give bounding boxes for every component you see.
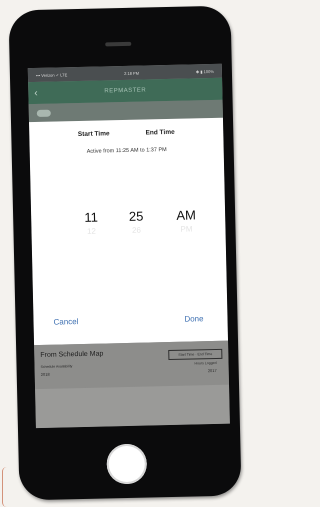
app-title: REPMASTER [104,87,147,95]
schedule-card[interactable]: From Schedule Map Start Time · End Time … [34,340,230,390]
minute-value: 25 [128,208,144,224]
hour-next: 12 [86,226,97,236]
speaker-grille [105,41,132,47]
time-tabs: Start Time End Time [29,128,223,139]
cable-decoration [2,467,11,507]
minute-next: 26 [131,225,142,235]
tab-start-time[interactable]: Start Time [78,130,110,138]
tab-end-time[interactable]: End Time [145,129,174,137]
hour-value: 11 [84,209,99,225]
period-next: PM [180,224,193,234]
phone-frame: ••• Verizon ✓ LTE 2:18 PM ✱ ▮ 100% ‹ REP… [8,5,242,501]
bottom-area [35,384,230,429]
active-range-text: Active from 11:25 AM to 1:37 PM [86,147,167,155]
app-bar: ‹ REPMASTER [28,77,223,105]
battery-label: ✱ ▮ 100% [195,68,214,74]
left-label: Schedule Availability [40,364,73,369]
minute-column[interactable]: 25 26 [121,207,152,236]
time-range-pill[interactable]: Start Time · End Time [168,348,223,361]
done-button[interactable]: Done [184,314,203,323]
time-picker-modal: Start Time End Time Active from 11:25 AM… [29,117,229,346]
left-value: 2018 [40,371,50,377]
carrier-label: ••• Verizon ✓ LTE [35,71,68,78]
hour-column[interactable]: 11 12 [76,208,107,237]
screen: ••• Verizon ✓ LTE 2:18 PM ✱ ▮ 100% ‹ REP… [27,63,230,429]
cancel-button[interactable]: Cancel [53,317,78,327]
home-button[interactable] [106,443,148,485]
right-label: Hours Logged [194,360,217,366]
right-value: 2017 [207,367,217,374]
time-wheel: 11 12 25 26 AM PM [31,206,226,270]
clock-label: 2:18 PM [124,70,140,76]
period-column[interactable]: AM PM [171,206,202,235]
card-title: From Schedule Map [40,350,104,359]
toggle-switch[interactable] [36,109,51,117]
period-value: AM [176,207,197,223]
